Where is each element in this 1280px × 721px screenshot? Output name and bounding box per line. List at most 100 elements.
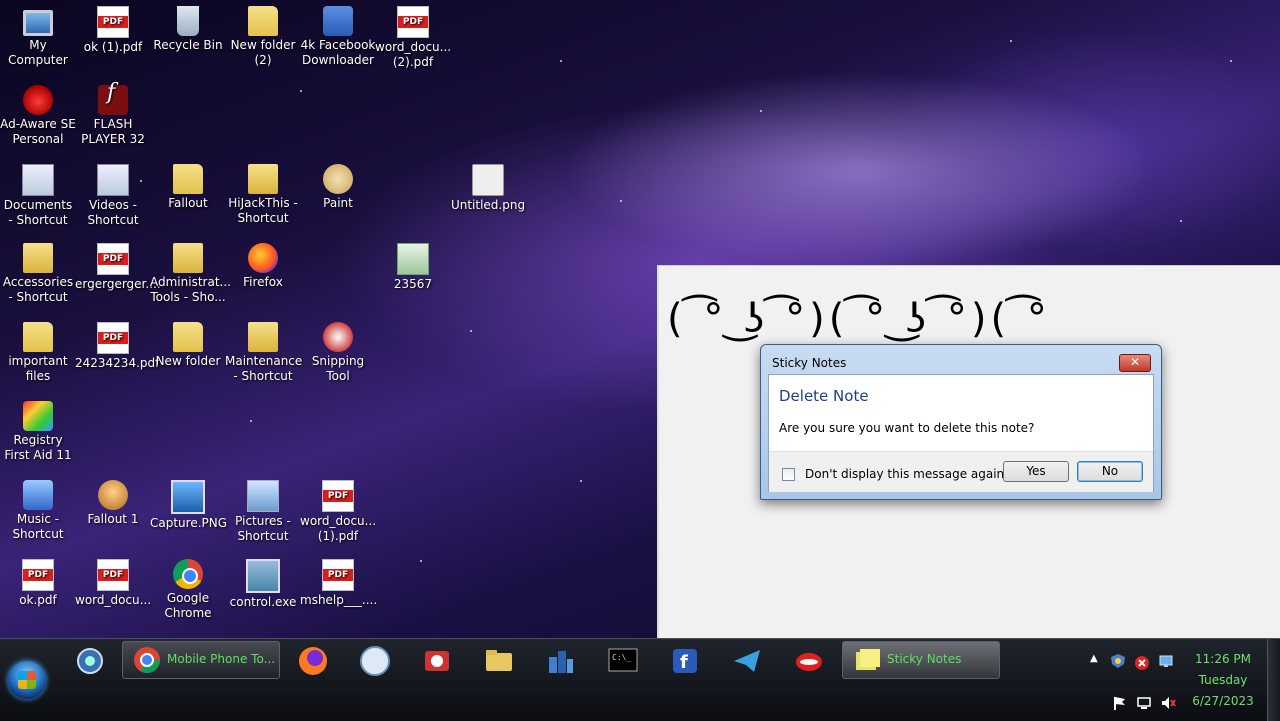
desktop-icon[interactable]: Paint — [300, 164, 376, 211]
image-icon — [171, 480, 205, 514]
desktop-icon[interactable]: Firefox — [225, 243, 301, 290]
paint-icon — [323, 164, 353, 194]
desktop-icon[interactable]: Documents - Shortcut — [0, 164, 76, 228]
sticky-note-text[interactable]: ( ͡° ͜ʖ ͡°)( ͡° ͜ʖ ͡°)( ͡° — [667, 296, 1051, 342]
defender-shield-icon[interactable] — [1110, 653, 1126, 669]
telegram-icon[interactable] — [731, 645, 763, 677]
dont-display-checkbox[interactable] — [782, 468, 795, 481]
desktop-icon[interactable]: New folder (2) — [225, 6, 301, 68]
desktop-icon[interactable]: ok.pdf — [0, 559, 76, 608]
flash-icon — [98, 85, 128, 115]
pdf-icon — [397, 6, 429, 38]
desktop-icon[interactable]: Videos - Shortcut — [75, 164, 151, 228]
desktop-icon[interactable]: ok (1).pdf — [75, 6, 151, 55]
desktop-icon[interactable]: Fallout — [150, 164, 226, 211]
desktop-icon-label: word_docu... (1).pdf — [300, 514, 377, 543]
desktop-icon-label: Fallout 1 — [87, 512, 139, 526]
yes-button[interactable]: Yes — [1003, 461, 1069, 482]
desktop-icon-label: New folder (2) — [230, 38, 296, 67]
desktop-icon-label: Accessories - Shortcut — [2, 275, 74, 304]
desktop-icon[interactable]: Accessories - Shortcut — [0, 243, 76, 305]
desktop-icon[interactable]: Google Chrome — [150, 559, 226, 621]
dialog-message: Are you sure you want to delete this not… — [779, 421, 1035, 435]
desktop-icon[interactable]: control.exe — [225, 559, 301, 610]
desktop-icon-label: New folder — [155, 354, 221, 368]
desktop-icon[interactable]: ergergerger.... — [75, 243, 161, 292]
desktop-icon[interactable]: Snipping Tool — [300, 322, 376, 384]
desktop-icon[interactable]: 23567 — [375, 243, 451, 292]
desktop-icon[interactable]: Administrat... Tools - Sho... — [150, 243, 231, 305]
show-desktop-button[interactable] — [1267, 639, 1280, 721]
svg-text:C:\_: C:\_ — [612, 653, 631, 662]
desktop-icon[interactable]: Registry First Aid 11 — [0, 401, 76, 463]
desktop-icon-label: My Computer — [8, 38, 68, 67]
desktop-icon[interactable]: Maintenance - Shortcut — [225, 322, 302, 384]
desktop-icon-label: Ad-Aware SE Personal — [0, 117, 76, 146]
accessories-icon — [23, 243, 53, 273]
facebook-downloader-icon[interactable]: f — [669, 645, 701, 677]
adaware-icon[interactable] — [793, 645, 825, 677]
desktop-icon[interactable]: word_docu... (1).pdf — [300, 480, 376, 544]
firefox-icon[interactable] — [297, 645, 329, 677]
building-app-icon[interactable] — [545, 645, 577, 677]
desktop-icon-label: ok.pdf — [19, 593, 57, 607]
action-center-flag-icon[interactable] — [1112, 695, 1128, 711]
taskbar-chrome-button[interactable]: Mobile Phone To... — [122, 641, 280, 679]
desktop-icon[interactable]: mshelp___.... — [300, 559, 377, 608]
desktop-icon[interactable]: 4k Facebook Downloader — [300, 6, 376, 68]
desktop-icon-label: Videos - Shortcut — [87, 198, 139, 227]
desktop-icon-label: Firefox — [243, 275, 283, 289]
desktop-icon-label: 23567 — [393, 277, 433, 291]
clock[interactable]: 11:26 PM Tuesday 6/27/2023 — [1180, 649, 1266, 712]
desktop-icon[interactable]: word_docu... (2).pdf — [375, 6, 451, 70]
fallout-icon — [98, 480, 128, 510]
desktop-icon[interactable]: FLASH PLAYER 32 — [75, 85, 151, 147]
desktop-icon[interactable]: Pictures - Shortcut — [225, 480, 301, 544]
security-app-icon[interactable] — [421, 645, 453, 677]
volume-muted-icon[interactable] — [1160, 695, 1176, 711]
hijackthis-icon — [248, 164, 278, 194]
folder-icon — [173, 322, 203, 352]
desktop-icon[interactable]: Music - Shortcut — [0, 480, 76, 542]
desktop-icon-label: Registry First Aid 11 — [4, 433, 72, 462]
close-button[interactable]: ✕ — [1119, 354, 1151, 372]
dialog-footer: Don't display this message again Yes No — [769, 451, 1153, 492]
network-shield-icon[interactable] — [74, 645, 106, 677]
desktop-icon[interactable]: HiJackThis - Shortcut — [225, 164, 301, 226]
start-button[interactable] — [8, 661, 46, 699]
desktop-icon[interactable]: Capture.PNG — [150, 480, 227, 531]
recycle-bin-icon — [177, 6, 199, 36]
desktop-icon[interactable]: Ad-Aware SE Personal — [0, 85, 76, 147]
desktop-icon[interactable]: My Computer — [0, 6, 76, 68]
command-prompt-icon[interactable]: C:\_ — [607, 645, 639, 677]
folder-icon — [248, 6, 278, 36]
taskbar-sticky-notes-button[interactable]: Sticky Notes — [842, 641, 1000, 679]
computer-icon — [23, 10, 53, 36]
desktop-icon[interactable]: important files — [0, 322, 76, 384]
pdf-icon — [97, 243, 129, 275]
desktop-icon[interactable]: New folder — [150, 322, 226, 369]
network-icon[interactable] — [1136, 695, 1152, 711]
desktop-icon[interactable]: Untitled.png — [450, 164, 526, 213]
svg-text:f: f — [680, 652, 688, 673]
desktop-icon-label: Snipping Tool — [311, 354, 365, 383]
documents-icon — [22, 164, 54, 196]
error-x-icon[interactable] — [1134, 655, 1150, 671]
folder-icon — [23, 322, 53, 352]
pdf-icon — [97, 559, 129, 591]
file-explorer-icon[interactable] — [483, 645, 515, 677]
desktop-icon[interactable]: 24234234.pdf — [75, 322, 159, 371]
safari-compass-icon[interactable] — [359, 645, 391, 677]
desktop-icon-label: Paint — [323, 196, 353, 210]
chrome-icon — [134, 647, 161, 674]
no-button[interactable]: No — [1077, 461, 1143, 482]
maintenance-icon — [248, 322, 278, 352]
dialog-title: Sticky Notes — [772, 356, 847, 370]
network-monitor-icon[interactable] — [1158, 653, 1174, 669]
desktop-icon[interactable]: word_docu... — [75, 559, 151, 608]
desktop-icon-label: important files — [8, 354, 68, 383]
desktop-icon[interactable]: Fallout 1 — [75, 480, 151, 527]
dont-display-label[interactable]: Don't display this message again — [805, 467, 1004, 481]
show-hidden-icons-icon[interactable]: ▲ — [1090, 653, 1098, 664]
desktop-icon[interactable]: Recycle Bin — [150, 6, 226, 53]
